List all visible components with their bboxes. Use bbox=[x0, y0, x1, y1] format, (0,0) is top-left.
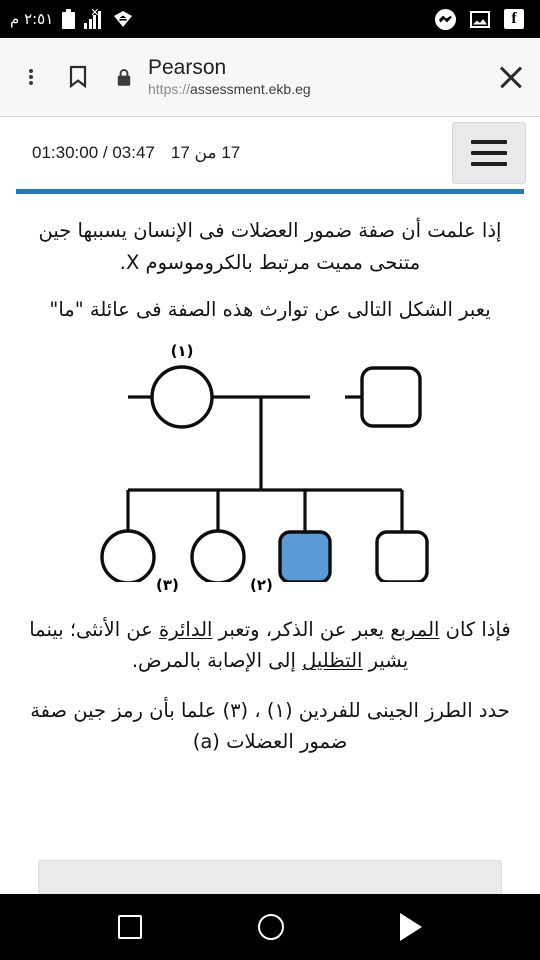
question-content: إذا علمت أن صفة ضمور العضلات فى الإنسان … bbox=[0, 201, 540, 894]
url-scheme: https:// bbox=[148, 81, 191, 98]
legend-prefix: فإذا كان bbox=[439, 617, 511, 641]
question-paragraph-1: إذا علمت أن صفة ضمور العضلات فى الإنسان … bbox=[38, 219, 502, 274]
pedigree-label-child-2-text: (٢) bbox=[250, 575, 273, 594]
wifi-off-icon bbox=[113, 10, 133, 28]
messenger-icon bbox=[435, 8, 456, 30]
legend-mid-1: يعبر عن الذكر، وتعبر bbox=[212, 617, 391, 641]
battery-icon bbox=[62, 9, 76, 29]
browser-header: Pearson https://assessment.ekb.eg bbox=[0, 38, 540, 117]
photos-icon bbox=[470, 10, 490, 28]
pedigree-father-square bbox=[360, 366, 422, 428]
browser-title-block: Pearson https://assessment.ekb.eg bbox=[148, 56, 311, 98]
legend-word-shading: التظليل bbox=[302, 649, 363, 673]
android-status-bar: ٢:٥١ م ✕ f bbox=[0, 0, 540, 38]
legend-word-square: المربع bbox=[390, 617, 440, 641]
facebook-icon: f bbox=[504, 9, 524, 29]
phone-screen: ٢:٥١ م ✕ f Pearson https://assessment.ek… bbox=[0, 0, 540, 960]
pedigree-child-3-square bbox=[375, 530, 429, 582]
signal-no-service-badge: ✕ bbox=[90, 6, 100, 19]
question-paragraph-2: يعبر الشكل التالى عن توارث هذه الصفة فى … bbox=[49, 298, 491, 322]
bookmark-icon[interactable] bbox=[68, 65, 88, 89]
page-title: Pearson bbox=[148, 55, 227, 79]
lock-icon[interactable] bbox=[116, 68, 132, 87]
exam-toolbar: 01:30:00 / 03:47 17 من 17 bbox=[0, 117, 540, 189]
question-legend: فإذا كان المربع يعبر عن الذكر، وتعبر الد… bbox=[22, 614, 518, 677]
pedigree-figure: (١) (٣) (٢) bbox=[22, 342, 518, 582]
pedigree-child-2-square-affected bbox=[278, 530, 332, 582]
recents-square-icon[interactable] bbox=[118, 915, 142, 939]
status-bar-left: ٢:٥١ م ✕ bbox=[10, 6, 133, 29]
pedigree-child-circle-a bbox=[190, 529, 246, 582]
exam-progress-bar bbox=[0, 189, 540, 201]
page-url: https://assessment.ekb.eg bbox=[148, 82, 311, 98]
hamburger-menu-icon[interactable] bbox=[452, 122, 526, 184]
pedigree-diagram: (١) (٣) (٢) bbox=[100, 342, 429, 582]
pedigree-mother-circle bbox=[150, 365, 214, 429]
back-triangle-icon[interactable] bbox=[400, 913, 422, 941]
pedigree-child-circle-b bbox=[100, 529, 156, 582]
url-host: assessment.ekb.eg bbox=[190, 81, 311, 98]
legend-word-circle: الدائرة bbox=[159, 617, 213, 641]
status-clock: ٢:٥١ م bbox=[10, 10, 54, 28]
exam-timer: 01:30:00 / 03:47 bbox=[32, 143, 155, 162]
question-paragraph-4: حدد الطرز الجينى للفردين (١) ، (٣) علما … bbox=[30, 698, 510, 754]
pedigree-child-labels-row: (٣) (٢) bbox=[22, 576, 518, 594]
legend-suffix: إلى الإصابة بالمرض. bbox=[131, 649, 303, 673]
pedigree-label-child-3-text: (٣) bbox=[156, 575, 179, 594]
exam-status-group: 01:30:00 / 03:47 17 من 17 bbox=[32, 143, 240, 163]
signal-bars-icon: ✕ bbox=[84, 6, 104, 29]
exam-bottom-toolbar: السابق التالى bbox=[38, 860, 502, 894]
overflow-menu-icon[interactable] bbox=[20, 65, 42, 89]
status-bar-notifications: f bbox=[435, 8, 530, 30]
android-navigation-bar bbox=[0, 894, 540, 960]
question-counter: 17 من 17 bbox=[170, 143, 241, 162]
close-icon[interactable] bbox=[498, 64, 524, 90]
home-circle-icon[interactable] bbox=[258, 914, 284, 940]
pedigree-label-mother: (١) bbox=[171, 342, 194, 360]
exam-progress-fill bbox=[16, 189, 524, 194]
